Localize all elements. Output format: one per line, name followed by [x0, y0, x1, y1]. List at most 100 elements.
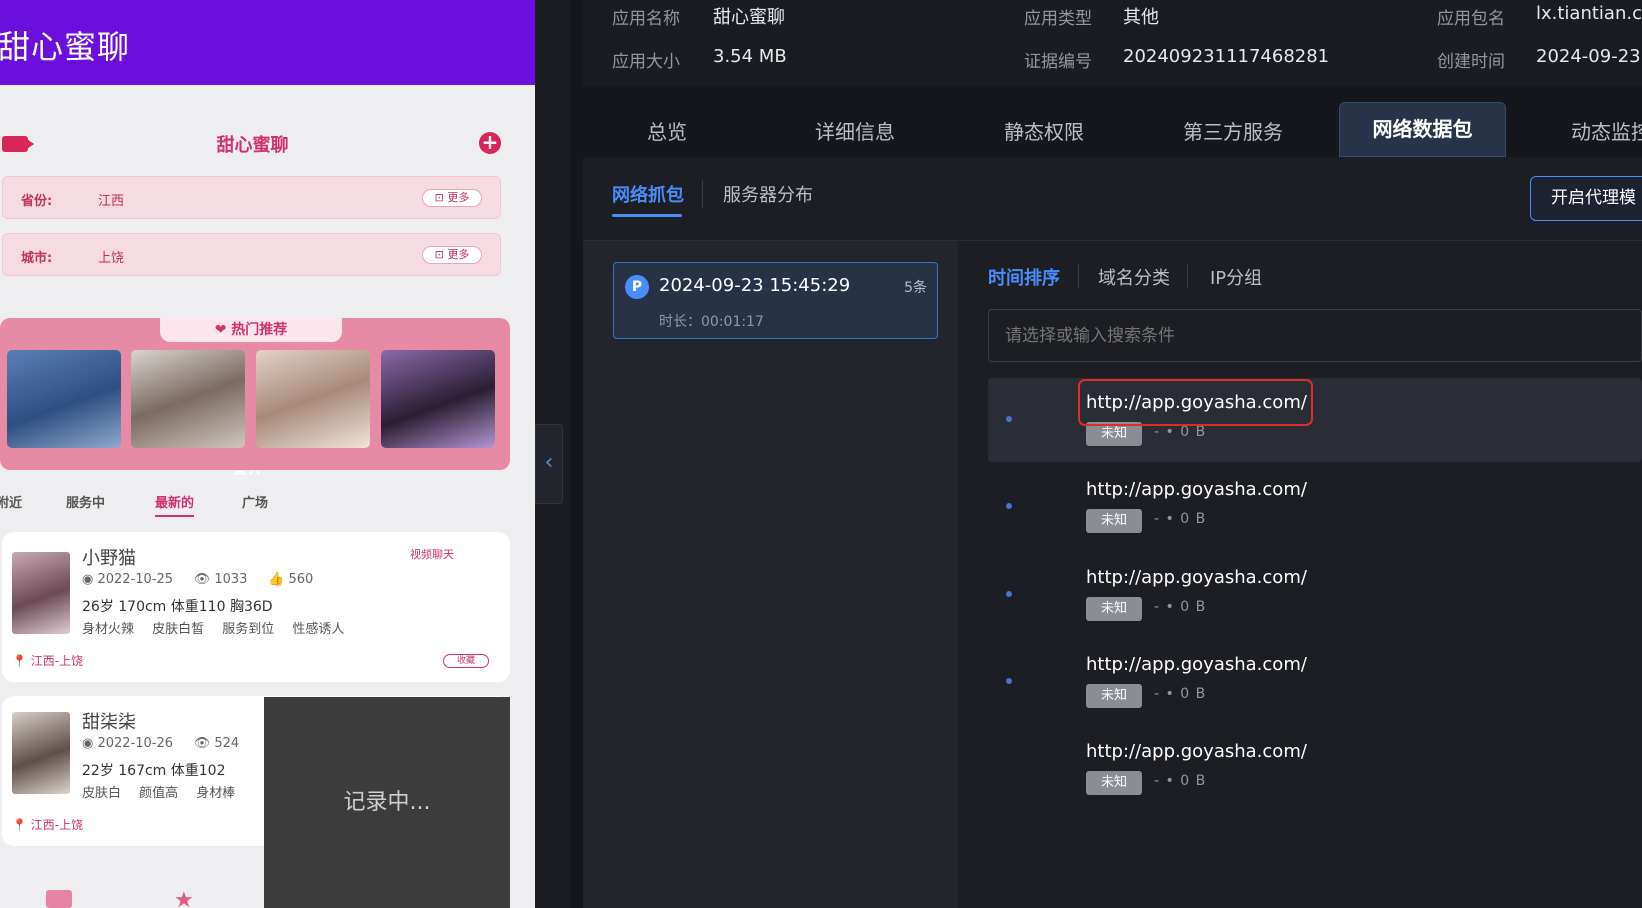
- created-time-value: 2024-09-23: [1536, 46, 1641, 67]
- tab-packet-capture[interactable]: 网络抓包: [612, 181, 684, 207]
- tab-static-permissions[interactable]: 静态权限: [1004, 116, 1084, 145]
- phone-bottom-nav: ★: [0, 888, 535, 908]
- city-value: 上饶: [98, 251, 125, 266]
- phone-tab-bar: 附近 服务中 最新的 广场: [0, 492, 535, 522]
- collapse-panel-button[interactable]: ‹: [535, 424, 563, 504]
- tab-details[interactable]: 详细信息: [815, 116, 895, 145]
- star-icon[interactable]: ★: [174, 888, 194, 908]
- chevron-left-icon: ‹: [544, 450, 554, 475]
- request-row[interactable]: http://app.goyasha.com/ 未知 - • 0 B: [988, 727, 1642, 811]
- protocol-badge: P: [625, 275, 649, 299]
- request-meta: - • 0 B: [1154, 599, 1207, 615]
- request-url: http://app.goyasha.com/: [1086, 479, 1307, 500]
- request-url: http://app.goyasha.com/: [1086, 567, 1307, 588]
- tab-nearby[interactable]: 附近: [0, 492, 22, 511]
- created-time-label: 创建时间: [1437, 52, 1505, 72]
- session-list: [583, 241, 958, 908]
- session-count: 5条: [904, 280, 927, 296]
- highlight-annotation: [1078, 379, 1313, 426]
- session-duration: 时长：00:01:17: [659, 314, 764, 330]
- capture-session-card[interactable]: P 2024-09-23 15:45:29 5条 时长：00:01:17: [613, 262, 938, 339]
- app-size-value: 3.54 MB: [713, 46, 787, 67]
- profile-tags: 身材火辣 皮肤白皙 服务到位 性感诱人: [82, 622, 345, 637]
- city-more-button[interactable]: ⊡ 更多: [422, 246, 482, 264]
- sort-by-domain[interactable]: 域名分类: [1098, 264, 1170, 290]
- request-type-badge: 未知: [1086, 771, 1142, 795]
- request-row[interactable]: http://app.goyasha.com/ 未知 - • 0 B: [988, 640, 1642, 724]
- request-type-badge: 未知: [1086, 509, 1142, 533]
- tab-third-party[interactable]: 第三方服务: [1183, 116, 1283, 145]
- profile-name: 小野猫: [82, 548, 136, 569]
- phone-subtitle: 甜心蜜聊: [216, 135, 289, 156]
- app-size-label: 应用大小: [612, 52, 680, 72]
- session-time: 2024-09-23 15:45:29: [659, 275, 851, 296]
- app-type-value: 其他: [1123, 7, 1159, 28]
- request-meta: - • 0 B: [1154, 511, 1207, 527]
- request-meta: - • 0 B: [1154, 424, 1207, 440]
- sort-by-ip[interactable]: IP分组: [1210, 264, 1262, 290]
- hot-photo-2[interactable]: [131, 350, 245, 448]
- sort-separator: [1078, 264, 1079, 288]
- hot-photo-4[interactable]: [381, 350, 495, 448]
- app-info-panel: 应用名称 甜心蜜聊 应用类型 其他 应用包名 lx.tiantian.co 应用…: [583, 0, 1642, 86]
- hot-photo-3[interactable]: [256, 350, 370, 448]
- hot-photo-1[interactable]: [7, 350, 121, 448]
- tab-overview[interactable]: 总览: [647, 116, 687, 145]
- request-type-badge: 未知: [1086, 597, 1142, 621]
- request-row[interactable]: http://app.goyasha.com/ 未知 - • 0 B: [988, 465, 1642, 549]
- evidence-id-value: 20240923111746828​1: [1123, 46, 1330, 67]
- sort-by-time[interactable]: 时间排序: [988, 264, 1060, 290]
- status-dot: [1006, 678, 1012, 684]
- request-url: http://app.goyasha.com/: [1086, 741, 1307, 762]
- request-meta: - • 0 B: [1154, 773, 1207, 789]
- app-name-value: 甜心蜜聊: [713, 7, 785, 28]
- request-meta: - • 0 B: [1154, 686, 1207, 702]
- avatar: [12, 712, 70, 794]
- favorite-button[interactable]: 收藏: [443, 654, 489, 668]
- phone-screen: 甜心蜜聊 甜心蜜聊 + 省份: 江西 ⊡ 更多 城市: 上饶 ⊡ 更多 ❤ 热门…: [0, 0, 535, 908]
- profile-stats-line: 26岁 170cm 体重110 胸36D: [82, 599, 273, 615]
- main-tab-bar: 总览 详细信息 静态权限 第三方服务 网络数据包 动态监控: [583, 102, 1642, 157]
- profile-tags: 皮肤白 颜值高 身材棒: [82, 786, 236, 801]
- province-filter[interactable]: 省份: 江西 ⊡ 更多: [2, 176, 501, 219]
- status-dot: [1006, 503, 1012, 509]
- tab-server-distribution[interactable]: 服务器分布: [723, 181, 813, 207]
- evidence-id-label: 证据编号: [1024, 52, 1092, 72]
- app-type-label: 应用类型: [1024, 9, 1092, 29]
- app-package-label: 应用包名: [1437, 9, 1505, 29]
- city-filter[interactable]: 城市: 上饶 ⊡ 更多: [2, 233, 501, 276]
- sub-tab-bar: 网络抓包 服务器分布: [583, 157, 1642, 241]
- profile-stats-line: 22岁 167cm 体重102: [82, 763, 226, 779]
- tab-network-packets[interactable]: 网络数据包: [1339, 102, 1506, 157]
- province-more-button[interactable]: ⊡ 更多: [422, 189, 482, 207]
- profile-card-1[interactable]: 小野猫 视频聊天 ◉ 2022-10-25 👁 1033 👍 560 26岁 1…: [2, 532, 510, 682]
- request-type-badge: 未知: [1086, 684, 1142, 708]
- province-label: 省份:: [21, 194, 53, 209]
- sort-separator: [1187, 264, 1188, 288]
- video-chat-label[interactable]: 视频聊天: [410, 546, 454, 562]
- phone-app-title: 甜心蜜聊: [0, 28, 131, 66]
- phone-header: 甜心蜜聊: [0, 0, 535, 85]
- profile-location: 📍 江西-上饶: [12, 818, 84, 832]
- tab-newest[interactable]: 最新的: [155, 492, 195, 517]
- profile-location: 📍 江西-上饶: [12, 654, 84, 668]
- tab-dynamic-monitor[interactable]: 动态监控: [1571, 116, 1642, 145]
- search-input[interactable]: [988, 309, 1642, 362]
- tab-in-service[interactable]: 服务中: [66, 492, 105, 511]
- request-row[interactable]: http://app.goyasha.com/ 未知 - • 0 B: [988, 553, 1642, 637]
- status-dot: [1006, 416, 1012, 422]
- add-icon[interactable]: +: [479, 132, 501, 154]
- tab-square[interactable]: 广场: [242, 492, 268, 511]
- app-name-label: 应用名称: [612, 9, 680, 29]
- province-value: 江西: [98, 194, 125, 209]
- app-package-value: lx.tiantian.co: [1536, 3, 1642, 24]
- status-dot: [1006, 591, 1012, 597]
- hot-recommend-title: ❤ 热门推荐: [160, 318, 342, 342]
- enable-proxy-button[interactable]: 开启代理模: [1530, 176, 1642, 221]
- active-tab-underline: [612, 214, 682, 217]
- avatar: [12, 552, 70, 634]
- request-url: http://app.goyasha.com/: [1086, 654, 1307, 675]
- profile-date: ◉ 2022-10-26 👁 524: [82, 736, 240, 751]
- city-label: 城市:: [21, 251, 53, 266]
- pen-icon[interactable]: [46, 890, 72, 908]
